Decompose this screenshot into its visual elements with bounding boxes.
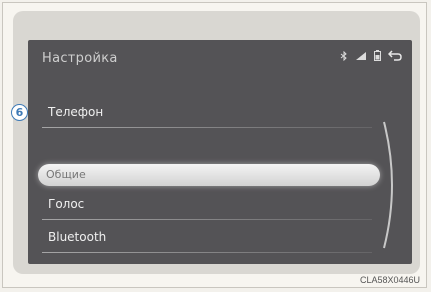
callout-marker: 6 [11,104,28,121]
divider [42,127,372,128]
status-bar [340,50,402,61]
signal-icon [355,51,367,61]
scroll-indicator[interactable] [378,120,402,250]
display-screen: Настройка Телефон Общие Голос Bluetooth [28,40,412,264]
divider [42,219,372,220]
menu-item-bluetooth[interactable]: Bluetooth [42,223,372,253]
back-icon[interactable] [388,50,402,61]
menu-item-phone[interactable]: Телефон [42,98,372,128]
battery-icon [374,50,381,61]
screen-title: Настройка [42,51,118,66]
bluetooth-icon [340,50,348,61]
menu-item-general[interactable]: Общие [38,164,380,186]
divider [42,252,372,253]
figure-frame: Настройка Телефон Общие Голос Bluetooth … [2,2,427,288]
screen-header: Настройка [28,40,412,80]
menu-item-label: Bluetooth [48,230,107,244]
menu-item-label: Голос [48,197,85,211]
menu-item-label: Общие [46,168,86,181]
figure-caption: CLA58X0446U [359,275,420,285]
menu-item-voice[interactable]: Голос [42,190,372,220]
menu-item-label: Телефон [48,105,104,119]
